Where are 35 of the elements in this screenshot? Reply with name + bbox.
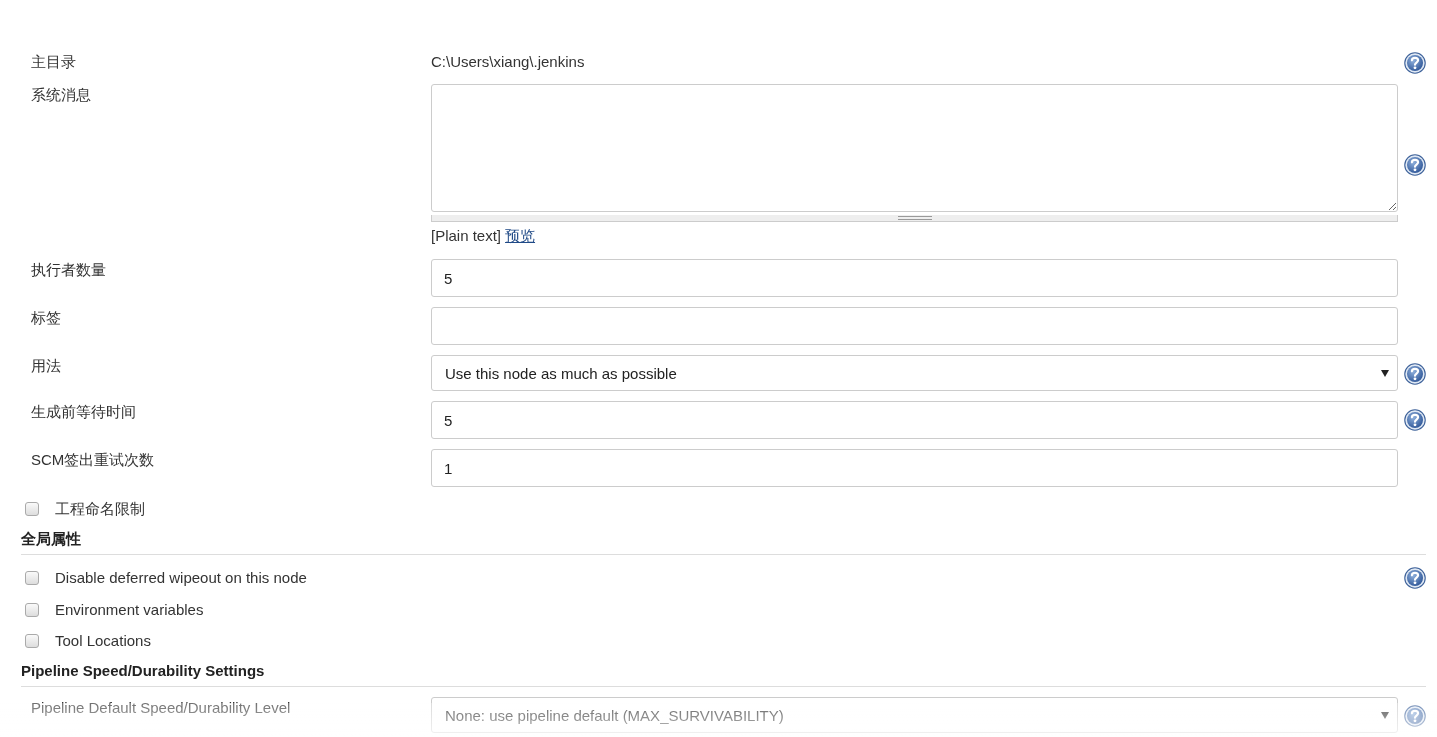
field-label: SCM签出重试次数 (31, 450, 155, 470)
format-note: [Plain text] (431, 226, 502, 246)
field-value: C:\Users\xiang\.jenkins (431, 52, 586, 72)
help-icon[interactable] (1404, 567, 1426, 589)
input-field[interactable] (431, 307, 1398, 345)
message-field[interactable] (431, 84, 1398, 212)
help-icon[interactable] (1404, 363, 1426, 385)
help-icon[interactable] (1404, 52, 1426, 74)
input-field[interactable]: 5 (431, 401, 1398, 439)
checkbox-label: Environment variables (55, 600, 204, 620)
resize-handle[interactable] (431, 215, 1398, 222)
field-label: 主目录 (31, 52, 76, 72)
checkbox[interactable] (25, 502, 39, 516)
section-heading: 全局属性 (21, 529, 81, 549)
section-heading: Pipeline Speed/Durability Settings (21, 661, 265, 681)
field-label: 标签 (31, 308, 61, 328)
dropdown[interactable]: Use this node as much as possible (431, 355, 1398, 391)
field-label: 用法 (31, 356, 61, 376)
input-field[interactable]: 1 (431, 449, 1398, 487)
preview-link[interactable]: 预览 (505, 225, 536, 247)
field-label: 执行者数量 (31, 260, 106, 280)
field-label: 生成前等待时间 (31, 402, 136, 422)
caret-icon (1381, 369, 1389, 377)
input-field[interactable]: 5 (431, 259, 1398, 297)
field-label: Pipeline Default Speed/Durability Level (31, 698, 291, 718)
checkbox-label: Tool Locations (55, 631, 151, 651)
checkbox-label: Disable deferred wipeout on this node (55, 568, 307, 588)
checkbox[interactable] (25, 603, 39, 617)
checkbox[interactable] (25, 571, 39, 585)
help-icon[interactable] (1404, 409, 1426, 431)
field-label: 系统消息 (31, 85, 91, 105)
help-icon[interactable] (1404, 154, 1426, 176)
checkbox-label: 工程命名限制 (55, 499, 145, 519)
caret-icon (1381, 711, 1389, 719)
checkbox[interactable] (25, 634, 39, 648)
